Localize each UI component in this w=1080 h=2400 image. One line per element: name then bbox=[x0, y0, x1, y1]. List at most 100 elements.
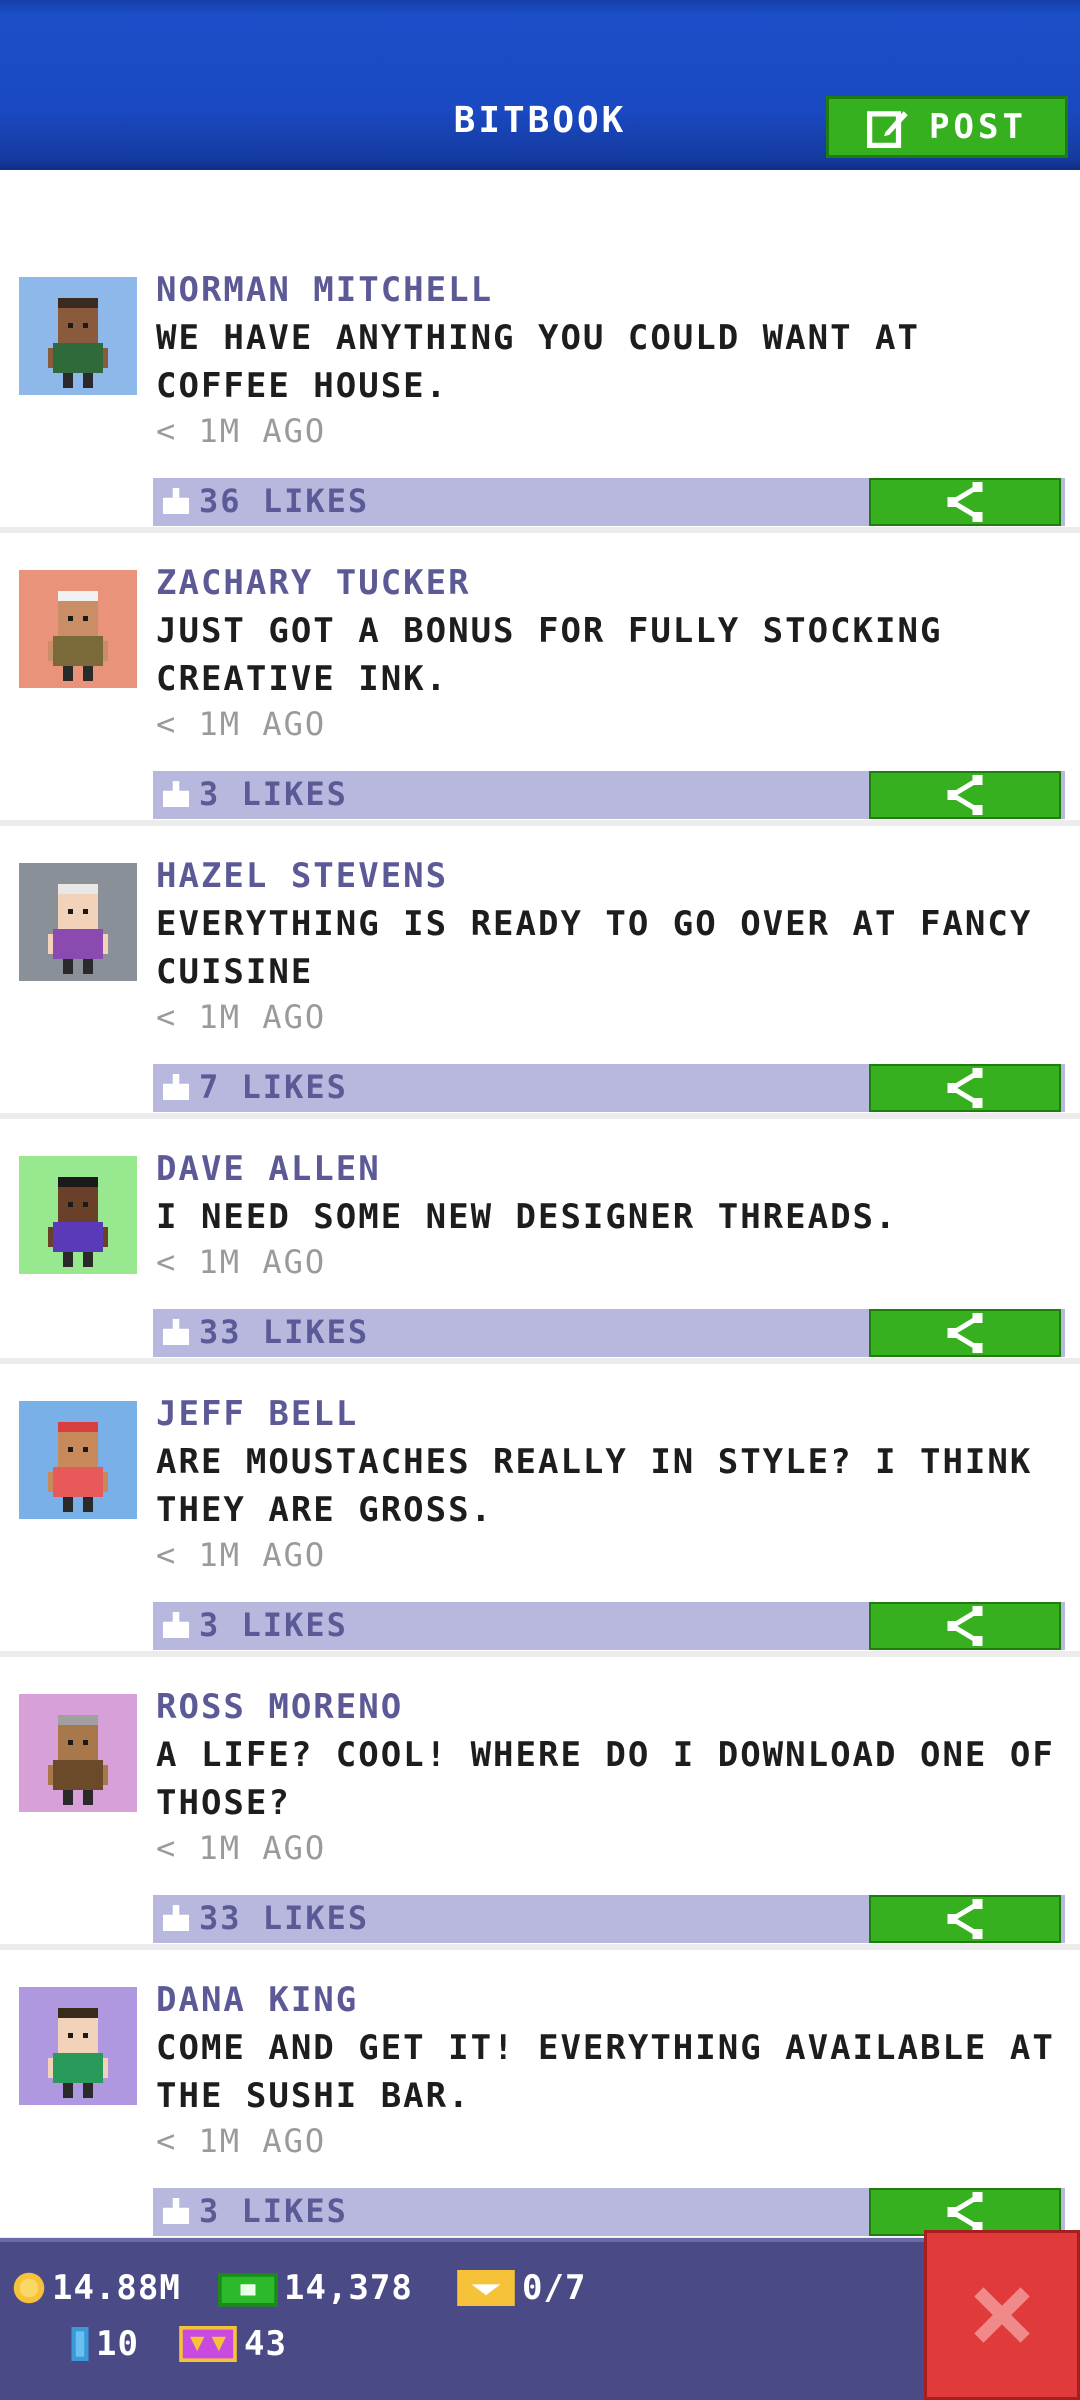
likes-bar[interactable]: 7 LIKES bbox=[153, 1064, 1065, 1112]
share-icon bbox=[947, 1068, 983, 1108]
vip-ticket-icon bbox=[179, 2326, 237, 2362]
thumbs-up-icon bbox=[163, 2198, 189, 2224]
share-icon bbox=[947, 1313, 983, 1353]
post-button-label: POST bbox=[929, 107, 1027, 147]
post-item: DAVE ALLEN I NEED SOME NEW DESIGNER THRE… bbox=[0, 1119, 1080, 1364]
post-author[interactable]: DANA KING bbox=[156, 1980, 358, 2020]
bux-icon bbox=[218, 2273, 278, 2307]
close-icon bbox=[974, 2287, 1030, 2343]
post-item: DANA KING COME AND GET IT! EVERYTHING AV… bbox=[0, 1950, 1080, 2243]
post-item: NORMAN MITCHELL WE HAVE ANYTHING YOU COU… bbox=[0, 240, 1080, 533]
likes-bar[interactable]: 36 LIKES bbox=[153, 478, 1065, 526]
post-time: < 1M AGO bbox=[156, 705, 327, 743]
share-button[interactable] bbox=[869, 2188, 1061, 2236]
likes-bar[interactable]: 33 LIKES bbox=[153, 1895, 1065, 1943]
share-icon bbox=[947, 482, 983, 522]
ticket-icon bbox=[457, 2270, 515, 2306]
post-author[interactable]: NORMAN MITCHELL bbox=[156, 270, 493, 310]
likes-bar[interactable]: 3 LIKES bbox=[153, 1602, 1065, 1650]
post-time: < 1M AGO bbox=[156, 2122, 327, 2160]
person-sprite bbox=[48, 1422, 108, 1512]
likes-bar[interactable]: 3 LIKES bbox=[153, 771, 1065, 819]
close-button[interactable] bbox=[924, 2230, 1080, 2400]
thumbs-up-icon bbox=[163, 1612, 189, 1638]
post-item: ZACHARY TUCKER JUST GOT A BONUS FOR FULL… bbox=[0, 533, 1080, 826]
post-time: < 1M AGO bbox=[156, 1829, 327, 1867]
person-sprite bbox=[48, 884, 108, 974]
coins-value: 14.88M bbox=[52, 2268, 181, 2308]
avatar[interactable] bbox=[19, 863, 137, 981]
likes-count: 36 LIKES bbox=[199, 482, 370, 520]
avatar[interactable] bbox=[19, 1401, 137, 1519]
post-feed[interactable]: NORMAN MITCHELL WE HAVE ANYTHING YOU COU… bbox=[0, 240, 1080, 2243]
edit-icon bbox=[867, 111, 908, 148]
post-message: A LIFE? COOL! WHERE DO I DOWNLOAD ONE OF… bbox=[156, 1735, 1055, 1823]
likes-bar[interactable]: 33 LIKES bbox=[153, 1309, 1065, 1357]
coin-icon bbox=[13, 2272, 45, 2304]
level-value: 10 bbox=[96, 2324, 139, 2364]
post-author[interactable]: ROSS MORENO bbox=[156, 1687, 403, 1727]
person-sprite bbox=[48, 1177, 108, 1267]
post-message: COME AND GET IT! EVERYTHING AVAILABLE AT… bbox=[156, 2028, 1055, 2116]
post-item: ROSS MORENO A LIFE? COOL! WHERE DO I DOW… bbox=[0, 1657, 1080, 1950]
avatar[interactable] bbox=[19, 277, 137, 395]
share-icon bbox=[947, 775, 983, 815]
person-sprite bbox=[48, 2008, 108, 2098]
share-button[interactable] bbox=[869, 1309, 1061, 1357]
share-icon bbox=[947, 1899, 983, 1939]
elevator-icon bbox=[71, 2327, 89, 2361]
tickets-stat[interactable]: 0/7 bbox=[456, 2268, 586, 2308]
person-sprite bbox=[48, 298, 108, 388]
person-sprite bbox=[48, 1715, 108, 1805]
post-time: < 1M AGO bbox=[156, 412, 327, 450]
post-item: JEFF BELL ARE MOUSTACHES REALLY IN STYLE… bbox=[0, 1364, 1080, 1657]
level-stat[interactable]: 10 bbox=[70, 2324, 139, 2364]
share-button[interactable] bbox=[869, 771, 1061, 819]
likes-count: 7 LIKES bbox=[199, 1068, 348, 1106]
gems-stat[interactable]: 43 bbox=[178, 2324, 287, 2364]
share-button[interactable] bbox=[869, 1602, 1061, 1650]
post-message: WE HAVE ANYTHING YOU COULD WANT AT COFFE… bbox=[156, 318, 920, 406]
person-sprite bbox=[48, 591, 108, 681]
likes-count: 3 LIKES bbox=[199, 1606, 348, 1644]
share-icon bbox=[947, 2192, 983, 2232]
coins-stat[interactable]: 14.88M bbox=[12, 2268, 181, 2308]
thumbs-up-icon bbox=[163, 781, 189, 807]
tickets-value: 0/7 bbox=[522, 2268, 587, 2308]
share-button[interactable] bbox=[869, 1895, 1061, 1943]
bux-value: 14,378 bbox=[284, 2268, 413, 2308]
gems-value: 43 bbox=[244, 2324, 287, 2364]
likes-count: 33 LIKES bbox=[199, 1313, 370, 1351]
post-author[interactable]: DAVE ALLEN bbox=[156, 1149, 381, 1189]
likes-count: 33 LIKES bbox=[199, 1899, 370, 1937]
thumbs-up-icon bbox=[163, 1074, 189, 1100]
post-author[interactable]: ZACHARY TUCKER bbox=[156, 563, 471, 603]
avatar[interactable] bbox=[19, 570, 137, 688]
post-message: EVERYTHING IS READY TO GO OVER AT FANCY … bbox=[156, 904, 1033, 992]
post-message: JUST GOT A BONUS FOR FULLY STOCKING CREA… bbox=[156, 611, 943, 699]
post-message: ARE MOUSTACHES REALLY IN STYLE? I THINK … bbox=[156, 1442, 1033, 1530]
post-author[interactable]: JEFF BELL bbox=[156, 1394, 358, 1434]
thumbs-up-icon bbox=[163, 1319, 189, 1345]
post-message: I NEED SOME NEW DESIGNER THREADS. bbox=[156, 1197, 898, 1237]
share-button[interactable] bbox=[869, 1064, 1061, 1112]
post-author[interactable]: HAZEL STEVENS bbox=[156, 856, 448, 896]
likes-bar[interactable]: 3 LIKES bbox=[153, 2188, 1065, 2236]
share-icon bbox=[947, 1606, 983, 1646]
app-header: BITBOOK POST bbox=[0, 0, 1080, 170]
likes-count: 3 LIKES bbox=[199, 2192, 348, 2230]
avatar[interactable] bbox=[19, 1987, 137, 2105]
resource-bar: 14.88M 14,378 0/7 10 43 bbox=[0, 2238, 1080, 2400]
share-button[interactable] bbox=[869, 478, 1061, 526]
avatar[interactable] bbox=[19, 1156, 137, 1274]
likes-count: 3 LIKES bbox=[199, 775, 348, 813]
post-time: < 1M AGO bbox=[156, 998, 327, 1036]
post-item: HAZEL STEVENS EVERYTHING IS READY TO GO … bbox=[0, 826, 1080, 1119]
post-time: < 1M AGO bbox=[156, 1536, 327, 1574]
post-time: < 1M AGO bbox=[156, 1243, 327, 1281]
post-button[interactable]: POST bbox=[826, 96, 1068, 158]
thumbs-up-icon bbox=[163, 488, 189, 514]
avatar[interactable] bbox=[19, 1694, 137, 1812]
bux-stat[interactable]: 14,378 bbox=[218, 2268, 413, 2308]
thumbs-up-icon bbox=[163, 1905, 189, 1931]
